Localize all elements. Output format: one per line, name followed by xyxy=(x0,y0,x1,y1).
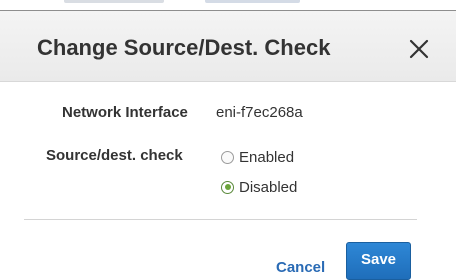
footer-divider xyxy=(24,219,417,220)
radio-option-disabled[interactable]: Disabled xyxy=(221,177,297,197)
save-button[interactable]: Save xyxy=(346,242,411,280)
network-interface-value: eni-f7ec268a xyxy=(216,104,303,121)
close-icon[interactable] xyxy=(406,36,432,62)
dialog-title: Change Source/Dest. Check xyxy=(37,35,331,60)
background-link-fragment xyxy=(205,0,300,3)
background-text-fragment xyxy=(64,0,164,3)
network-interface-label: Network Interface xyxy=(62,104,188,121)
source-dest-check-label: Source/dest. check xyxy=(46,147,183,164)
radio-label-enabled: Enabled xyxy=(239,148,295,166)
radio-option-enabled[interactable]: Enabled xyxy=(221,147,294,167)
radio-label-disabled: Disabled xyxy=(239,178,298,196)
cancel-button[interactable]: Cancel xyxy=(276,259,325,276)
radio-checked-icon[interactable] xyxy=(221,180,234,194)
radio-unchecked-icon[interactable] xyxy=(221,150,234,164)
background-page-strip xyxy=(0,0,456,11)
dialog-header: Change Source/Dest. Check xyxy=(0,11,456,82)
